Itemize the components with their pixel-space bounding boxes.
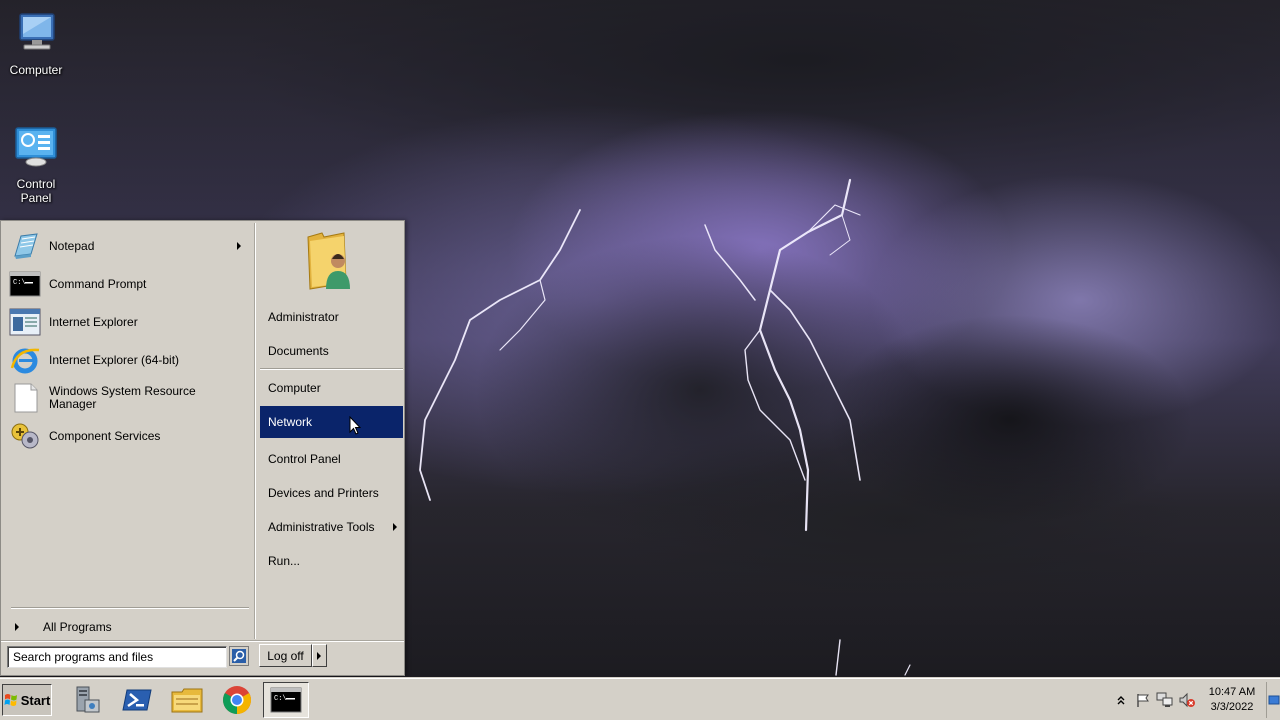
clock[interactable]: 10:47 AM 3/3/2022 — [1202, 685, 1262, 715]
control-panel-icon — [15, 127, 57, 167]
program-label: Internet Explorer — [49, 314, 138, 329]
program-internet-explorer-64[interactable]: Internet Explorer (64-bit) — [9, 342, 249, 378]
place-label: Network — [268, 415, 313, 429]
place-label: Run... — [268, 554, 301, 568]
start-button[interactable]: Start — [2, 684, 52, 716]
component-services-icon — [11, 423, 39, 449]
action-center-flag-icon — [1137, 694, 1149, 707]
taskbar-chrome[interactable] — [214, 682, 260, 718]
taskbar-powershell[interactable] — [114, 682, 160, 718]
command-prompt-icon: C:\ — [270, 687, 302, 713]
internet-explorer-icon — [10, 348, 40, 374]
start-menu-bottom-bar: Log off — [1, 641, 404, 675]
document-icon — [14, 383, 38, 413]
place-label: Control Panel — [268, 452, 341, 466]
start-menu-places-pane: Administrator Documents Computer Network… — [255, 223, 404, 639]
taskbar-explorer[interactable] — [164, 682, 210, 718]
mouse-cursor-icon — [349, 416, 361, 435]
place-administrator[interactable]: Administrator — [260, 301, 403, 333]
submenu-arrow-icon[interactable] — [237, 242, 241, 250]
windows-flag-icon — [4, 694, 17, 706]
search-button[interactable] — [229, 646, 249, 666]
server-manager-icon — [76, 686, 100, 713]
powershell-icon — [122, 689, 152, 711]
volume-muted-icon — [1179, 692, 1195, 708]
program-internet-explorer[interactable]: Internet Explorer — [9, 304, 249, 340]
network-status-button[interactable] — [1154, 689, 1176, 711]
svg-text:C:\: C:\ — [13, 279, 26, 287]
taskbar: Start C:\ 10:47 AM 3/3/2022 — [0, 678, 1280, 720]
submenu-arrow-icon[interactable] — [393, 523, 397, 531]
place-label: Computer — [268, 381, 321, 395]
network-icon — [1156, 692, 1173, 707]
log-off-button[interactable]: Log off — [259, 644, 312, 667]
search-input[interactable] — [7, 646, 227, 668]
computer-icon — [19, 13, 55, 50]
user-folder-icon[interactable] — [304, 227, 356, 291]
action-center-button[interactable] — [1132, 689, 1154, 711]
start-menu-programs-pane: Notepad C:\ Command Prompt Internet Expl… — [3, 223, 253, 639]
program-label: Internet Explorer (64-bit) — [49, 352, 180, 367]
place-run[interactable]: Run... — [260, 545, 403, 577]
clock-time: 10:47 AM — [1208, 686, 1256, 698]
desktop-icon-control-panel[interactable]: Control Panel — [0, 122, 72, 205]
volume-button[interactable] — [1176, 689, 1198, 711]
place-computer[interactable]: Computer — [260, 372, 403, 404]
explorer-folder-icon — [171, 688, 203, 713]
start-label: Start — [20, 692, 51, 708]
start-menu: Notepad C:\ Command Prompt Internet Expl… — [0, 220, 405, 676]
notepad-icon — [14, 233, 38, 259]
program-label: Component Services — [49, 428, 161, 443]
program-component-services[interactable]: Component Services — [9, 418, 249, 454]
place-documents[interactable]: Documents — [260, 335, 403, 367]
place-label: Administrative Tools — [268, 520, 375, 534]
desktop-icon-computer[interactable]: Computer — [0, 8, 72, 77]
chrome-icon — [223, 686, 251, 714]
taskbar-command-prompt[interactable]: C:\ — [263, 682, 309, 718]
program-label: Command Prompt — [49, 276, 147, 291]
desktop-icon-label: Computer — [9, 63, 63, 77]
place-label: Documents — [268, 344, 329, 358]
search-icon — [232, 649, 246, 663]
clock-date: 3/3/2022 — [1210, 701, 1254, 713]
place-label: Devices and Printers — [268, 486, 379, 500]
chevron-up-icon — [1117, 696, 1125, 705]
internet-explorer-window-icon — [9, 308, 41, 336]
all-programs-button[interactable]: All Programs — [11, 617, 249, 637]
command-prompt-icon: C:\ — [9, 271, 41, 297]
program-command-prompt[interactable]: C:\ Command Prompt — [9, 266, 249, 302]
system-tray: 10:47 AM 3/3/2022 — [1110, 682, 1280, 718]
place-control-panel[interactable]: Control Panel — [260, 443, 403, 475]
place-administrative-tools[interactable]: Administrative Tools — [260, 511, 403, 543]
show-desktop-button[interactable] — [1266, 682, 1280, 718]
program-label: Notepad — [49, 238, 95, 253]
program-notepad[interactable]: Notepad — [9, 228, 249, 264]
desktop-icon-label: Control Panel — [16, 177, 56, 205]
expand-arrow-icon — [15, 623, 19, 631]
shutdown-options-arrow-button[interactable] — [312, 644, 327, 667]
program-wsrm[interactable]: Windows System Resource Manager — [9, 380, 249, 416]
program-label: Windows System Resource Manager — [49, 384, 196, 411]
place-label: Administrator — [268, 310, 339, 324]
taskbar-server-manager[interactable] — [64, 682, 110, 718]
show-desktop-icon — [1268, 695, 1279, 705]
place-devices-and-printers[interactable]: Devices and Printers — [260, 477, 403, 509]
separator — [11, 607, 249, 609]
place-network[interactable]: Network — [260, 406, 403, 438]
show-hidden-icons[interactable] — [1110, 689, 1132, 711]
all-programs-label: All Programs — [43, 620, 112, 634]
separator — [260, 368, 403, 370]
svg-text:C:\: C:\ — [274, 695, 287, 703]
